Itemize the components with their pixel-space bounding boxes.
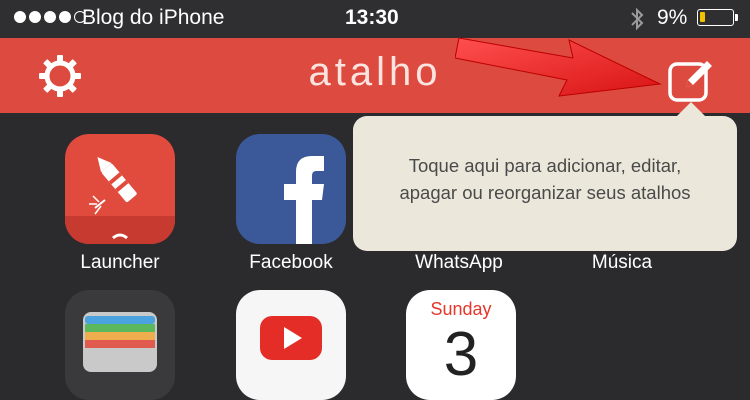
calendar-icon: Sunday 3 xyxy=(430,299,491,389)
passbook-app-icon[interactable] xyxy=(65,290,175,400)
tooltip-line: apagar ou reorganizar seus atalhos xyxy=(399,182,691,203)
pointer-arrow-icon xyxy=(455,37,662,97)
battery-icon xyxy=(697,9,738,26)
calendar-date: 3 xyxy=(444,320,478,389)
app-label: WhatsApp xyxy=(415,252,503,273)
signal-strength-icon xyxy=(14,11,86,23)
app-label: Launcher xyxy=(80,252,160,273)
youtube-icon xyxy=(260,316,322,360)
rocket-icon xyxy=(65,156,175,244)
carrier-name: Blog do iPhone xyxy=(82,6,225,29)
battery-percentage: 9% xyxy=(657,6,688,29)
app-label: Facebook xyxy=(249,252,333,273)
launcher-app-icon[interactable] xyxy=(65,134,175,244)
tooltip-line: Toque aqui para adicionar, editar, xyxy=(408,155,682,176)
tooltip-text: Toque aqui para adicionar, editar, apagar… xyxy=(353,152,737,206)
calendar-app-icon[interactable]: Sunday 3 xyxy=(406,290,516,400)
facebook-icon xyxy=(284,156,324,244)
app-label: Música xyxy=(591,252,653,273)
facebook-app-icon[interactable] xyxy=(236,134,346,244)
youtube-app-icon[interactable] xyxy=(236,290,346,400)
compose-icon[interactable] xyxy=(664,54,716,106)
onboarding-tooltip[interactable]: Toque aqui para adicionar, editar, apagar… xyxy=(353,102,737,251)
calendar-day: Sunday xyxy=(430,299,491,319)
passbook-icon xyxy=(83,312,157,372)
status-time: 13:30 xyxy=(345,6,399,29)
